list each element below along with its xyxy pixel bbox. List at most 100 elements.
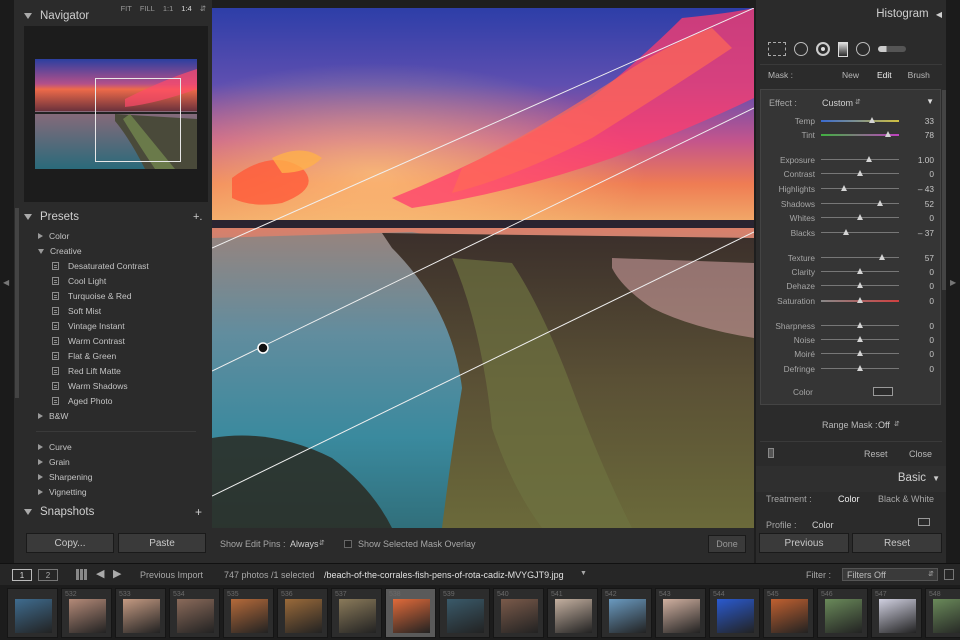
slider-sharpness[interactable]: Sharpness 0 bbox=[761, 319, 942, 332]
slider-value[interactable]: – 37 bbox=[918, 228, 934, 238]
preset-folder-bw[interactable]: B&W bbox=[38, 409, 224, 423]
zoom-1-1[interactable]: 1:1 bbox=[163, 4, 173, 13]
slider-track[interactable] bbox=[821, 257, 899, 258]
preset-group-curve[interactable]: Curve bbox=[38, 440, 224, 454]
filmstrip-thumbnail[interactable]: 540 bbox=[493, 588, 544, 638]
slider-thumb[interactable] bbox=[857, 336, 863, 342]
slider-thumb[interactable] bbox=[840, 185, 847, 191]
copy-button[interactable]: Copy... bbox=[26, 533, 114, 553]
mask-new-button[interactable]: New bbox=[842, 70, 859, 80]
previous-button[interactable]: Previous bbox=[759, 533, 849, 553]
reset-button[interactable]: Reset bbox=[852, 533, 942, 553]
filmstrip-thumbnail[interactable]: 534 bbox=[169, 588, 220, 638]
slider-thumb[interactable] bbox=[866, 156, 873, 162]
slider-value[interactable]: 0 bbox=[929, 349, 934, 359]
file-name[interactable]: /beach-of-the-corrales-fish-pens-of-rota… bbox=[324, 570, 564, 580]
slider-value[interactable]: 0 bbox=[929, 267, 934, 277]
preset-item[interactable]: Soft Mist bbox=[52, 304, 238, 318]
preset-item[interactable]: Aged Photo bbox=[52, 394, 238, 408]
slider-value[interactable]: 0 bbox=[929, 281, 934, 291]
slider-thumb[interactable] bbox=[878, 254, 885, 260]
source-label[interactable]: Previous Import bbox=[140, 570, 203, 580]
left-scrollbar[interactable] bbox=[15, 208, 19, 398]
slider-value[interactable]: 0 bbox=[929, 213, 934, 223]
filmstrip-thumbnail[interactable]: 544 bbox=[709, 588, 760, 638]
add-preset-button[interactable]: +. bbox=[193, 211, 202, 223]
filmstrip-thumbnail[interactable]: 543 bbox=[655, 588, 706, 638]
paste-button[interactable]: Paste bbox=[118, 533, 206, 553]
slider-value[interactable]: – 43 bbox=[918, 184, 934, 194]
treatment-color-button[interactable]: Color bbox=[838, 494, 860, 504]
radial-filter-icon[interactable] bbox=[856, 42, 870, 56]
mask-reset-button[interactable]: Reset bbox=[864, 449, 888, 459]
right-collapse-icon[interactable]: ▶ bbox=[950, 278, 956, 287]
primary-display-button[interactable]: 1 bbox=[12, 569, 32, 581]
preset-item[interactable]: Turquoise & Red bbox=[52, 289, 238, 303]
preset-item[interactable]: Red Lift Matte bbox=[52, 364, 238, 378]
right-scrollbar[interactable] bbox=[942, 90, 946, 290]
crop-grid-icon[interactable] bbox=[768, 42, 786, 56]
filmstrip-thumbnail[interactable]: 547 bbox=[871, 588, 922, 638]
filmstrip-thumbnail[interactable]: 538 bbox=[385, 588, 436, 638]
filmstrip-thumbnail[interactable]: 541 bbox=[547, 588, 598, 638]
slider-blacks[interactable]: Blacks – 37 bbox=[761, 226, 942, 239]
edit-pins-select[interactable]: Always bbox=[290, 539, 319, 549]
slider-thumb[interactable] bbox=[857, 365, 863, 371]
filmstrip-options-icon[interactable] bbox=[944, 569, 954, 580]
back-arrow-icon[interactable]: ◀ bbox=[96, 567, 104, 580]
spot-removal-icon[interactable] bbox=[794, 42, 808, 56]
slider-dehaze[interactable]: Dehaze 0 bbox=[761, 279, 942, 292]
slider-shadows[interactable]: Shadows 52 bbox=[761, 197, 942, 210]
photo-canvas[interactable] bbox=[212, 8, 754, 528]
slider-thumb[interactable] bbox=[857, 214, 863, 220]
navigator-preview[interactable] bbox=[24, 26, 208, 202]
slider-thumb[interactable] bbox=[857, 282, 863, 288]
slider-track[interactable] bbox=[821, 159, 899, 160]
add-snapshot-button[interactable]: + bbox=[195, 505, 202, 519]
mask-toggle-switch[interactable] bbox=[768, 448, 774, 458]
zoom-fit[interactable]: FIT bbox=[121, 4, 132, 13]
slider-thumb[interactable] bbox=[877, 200, 884, 206]
right-panel-edge[interactable]: ▶ bbox=[946, 0, 960, 563]
effect-select[interactable]: Custom bbox=[822, 98, 853, 108]
preset-item[interactable]: Cool Light bbox=[52, 274, 238, 288]
slider-value[interactable]: 0 bbox=[929, 169, 934, 179]
slider-value[interactable]: 0 bbox=[929, 364, 934, 374]
treatment-bw-button[interactable]: Black & White bbox=[878, 494, 934, 504]
panel-menu-triangle-icon[interactable]: ▼ bbox=[926, 97, 934, 106]
zoom-fill[interactable]: FILL bbox=[140, 4, 155, 13]
slider-track[interactable] bbox=[821, 188, 899, 189]
slider-track[interactable] bbox=[821, 203, 899, 204]
mask-brush-button[interactable]: Brush bbox=[908, 70, 930, 80]
filmstrip-thumbnail[interactable]: 542 bbox=[601, 588, 652, 638]
slider-track[interactable] bbox=[821, 232, 899, 233]
filter-select[interactable]: Filters Off ⇵ bbox=[842, 568, 938, 581]
slider-exposure[interactable]: Exposure 1.00 bbox=[761, 153, 942, 166]
preset-group-sharpening[interactable]: Sharpening bbox=[38, 470, 224, 484]
preset-item[interactable]: Vintage Instant bbox=[52, 319, 238, 333]
slider-whites[interactable]: Whites 0 bbox=[761, 211, 942, 224]
slider-clarity[interactable]: Clarity 0 bbox=[761, 265, 942, 278]
filmstrip-thumbnail[interactable]: 533 bbox=[115, 588, 166, 638]
graduated-filter-icon[interactable] bbox=[838, 41, 848, 57]
preset-item[interactable]: Warm Contrast bbox=[52, 334, 238, 348]
slider-value[interactable]: 0 bbox=[929, 321, 934, 331]
filmstrip-thumbnail[interactable]: 532 bbox=[61, 588, 112, 638]
range-mask-select[interactable]: Off bbox=[878, 420, 890, 430]
filmstrip-thumbnail[interactable]: 539 bbox=[439, 588, 490, 638]
zoom-menu-icon[interactable]: ⇵ bbox=[200, 4, 206, 13]
filename-dropdown-icon[interactable]: ▼ bbox=[580, 570, 587, 577]
profile-browser-icon[interactable] bbox=[918, 518, 930, 526]
slider-thumb[interactable] bbox=[857, 170, 863, 176]
left-collapse-icon[interactable]: ◀ bbox=[3, 278, 9, 287]
slider-value[interactable]: 0 bbox=[929, 335, 934, 345]
mask-edit-button[interactable]: Edit bbox=[877, 70, 892, 80]
preset-group-grain[interactable]: Grain bbox=[38, 455, 224, 469]
filmstrip-thumbnail[interactable]: 535 bbox=[223, 588, 274, 638]
slider-track[interactable] bbox=[821, 120, 899, 122]
slider-saturation[interactable]: Saturation 0 bbox=[761, 294, 942, 307]
presets-header[interactable]: Presets bbox=[24, 208, 210, 226]
preset-item[interactable]: Flat & Green bbox=[52, 349, 238, 363]
profile-select[interactable]: Color bbox=[812, 520, 834, 528]
preset-item[interactable]: Desaturated Contrast bbox=[52, 259, 238, 273]
